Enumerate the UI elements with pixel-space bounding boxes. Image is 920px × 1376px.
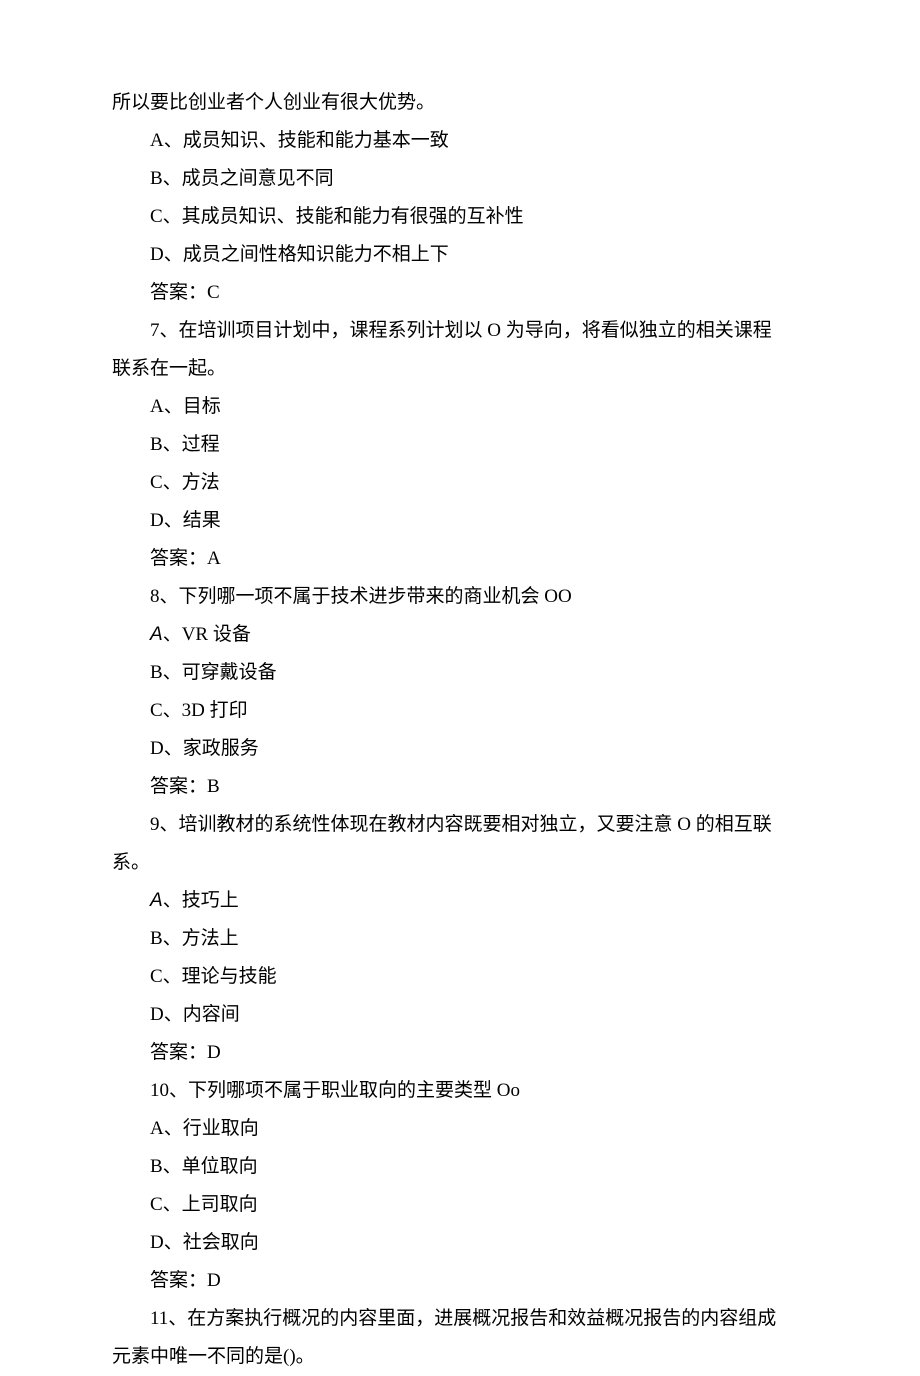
text-line: 答案：D (112, 1034, 808, 1072)
text-line: 答案：C (112, 274, 808, 312)
text-line: B、可穿戴设备 (112, 654, 808, 692)
text-line: 7、在培训项目计划中，课程系列计划以 O 为导向，将看似独立的相关课程 (112, 312, 808, 350)
text-line: A、VR 设备 (112, 616, 808, 654)
text-line: 9、培训教材的系统性体现在教材内容既要相对独立，又要注意 O 的相互联 (112, 806, 808, 844)
text-line: 所以要比创业者个人创业有很大优势。 (112, 84, 808, 122)
page-content: 所以要比创业者个人创业有很大优势。A、成员知识、技能和能力基本一致B、成员之间意… (0, 0, 920, 1376)
option-letter: A (150, 624, 163, 645)
text-span: 、VR 设备 (163, 624, 251, 645)
text-line: 11、在方案执行概况的内容里面，进展概况报告和效益概况报告的内容组成 (112, 1300, 808, 1338)
text-line: 元素中唯一不同的是()。 (112, 1338, 808, 1376)
text-line: A、成员知识、技能和能力基本一致 (112, 122, 808, 160)
text-line: A、行业取向 (112, 1110, 808, 1148)
text-line: 联系在一起。 (112, 350, 808, 388)
text-span: 、技巧上 (163, 890, 239, 911)
text-line: D、成员之间性格知识能力不相上下 (112, 236, 808, 274)
text-line: D、家政服务 (112, 730, 808, 768)
text-line: 10、下列哪项不属于职业取向的主要类型 Oo (112, 1072, 808, 1110)
text-line: D、内容间 (112, 996, 808, 1034)
text-line: A、技巧上 (112, 882, 808, 920)
text-line: 8、下列哪一项不属于技术进步带来的商业机会 OO (112, 578, 808, 616)
text-line: B、成员之间意见不同 (112, 160, 808, 198)
text-line: C、3D 打印 (112, 692, 808, 730)
text-line: D、社会取向 (112, 1224, 808, 1262)
text-line: 答案：D (112, 1262, 808, 1300)
text-line: A、目标 (112, 388, 808, 426)
option-letter: A (150, 890, 163, 911)
text-line: C、方法 (112, 464, 808, 502)
text-line: 答案：B (112, 768, 808, 806)
text-line: B、过程 (112, 426, 808, 464)
text-line: C、理论与技能 (112, 958, 808, 996)
text-line: 系。 (112, 844, 808, 882)
text-line: C、其成员知识、技能和能力有很强的互补性 (112, 198, 808, 236)
text-line: B、单位取向 (112, 1148, 808, 1186)
text-line: C、上司取向 (112, 1186, 808, 1224)
text-line: D、结果 (112, 502, 808, 540)
text-line: 答案：A (112, 540, 808, 578)
text-line: B、方法上 (112, 920, 808, 958)
